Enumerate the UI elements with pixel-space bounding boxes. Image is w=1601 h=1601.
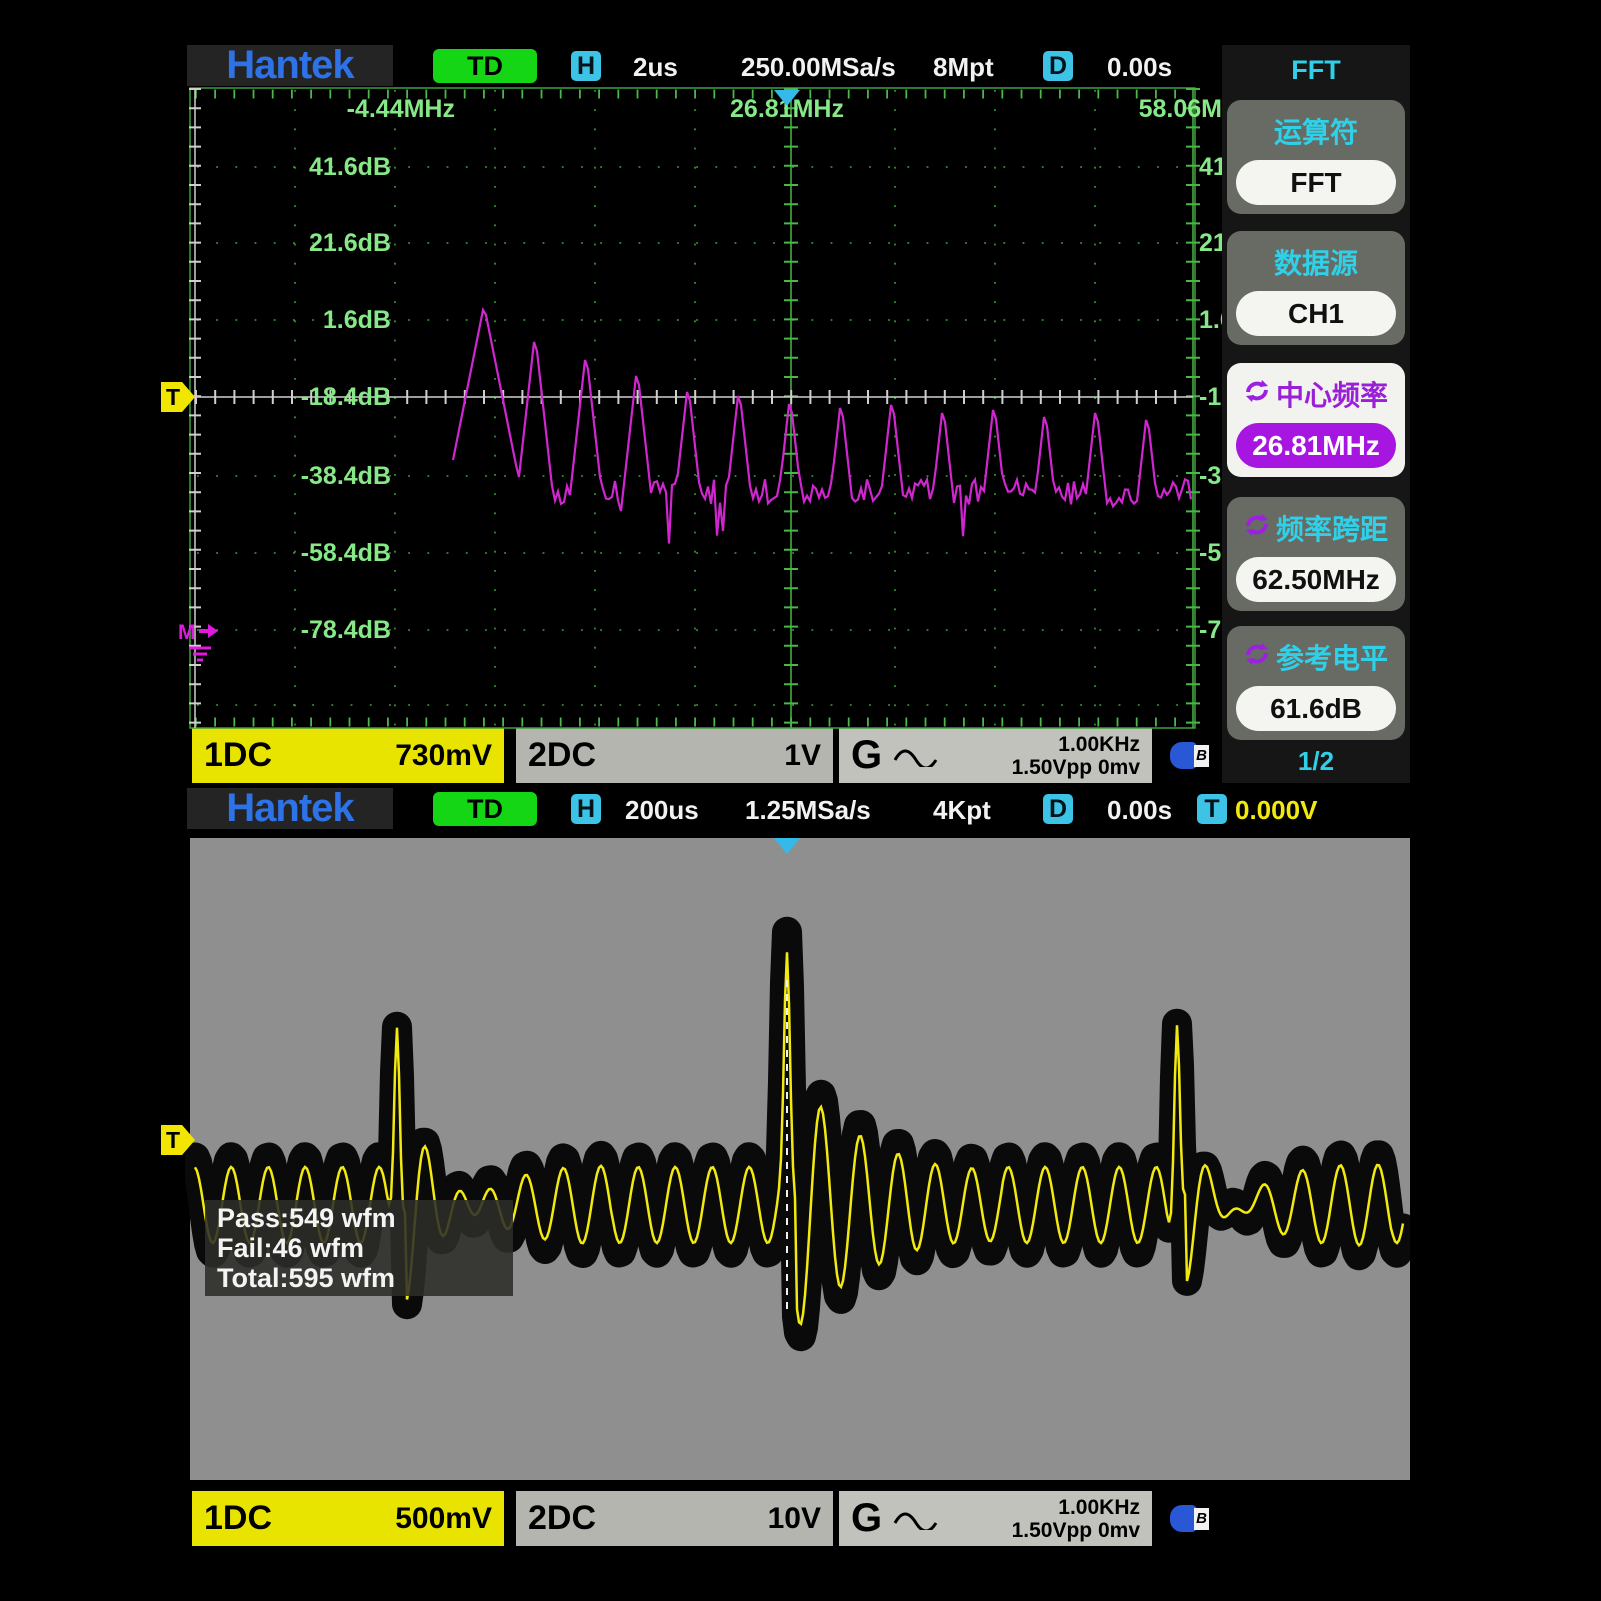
total-count: Total:595 wfm (217, 1263, 501, 1293)
fft-menu-sidebar: FFT 运算符 FFT 数据源 CH1 中心频率 26.81MHz 频率跨距 6… (1222, 45, 1410, 783)
knob-icon (1244, 641, 1270, 674)
db-label: -38.4dB (185, 462, 391, 491)
knob-icon (1244, 378, 1270, 411)
fail-count: Fail:46 wfm (217, 1233, 501, 1263)
db-label: 21.6dB (185, 229, 391, 258)
fft-scope-screenshot: Hantek TD H 2us 250.00MSa/s 8Mpt D 0.00s (185, 45, 1410, 783)
db-label-right: -5 (1199, 539, 1221, 568)
db-label-right: -3 (1199, 462, 1221, 491)
menu-item-operator[interactable]: 运算符 FFT (1227, 100, 1405, 214)
db-label-right: -7 (1199, 616, 1221, 645)
menu-item-label: 参考电平 (1276, 637, 1388, 677)
math-reference-marker: M (177, 620, 221, 673)
db-label: -58.4dB (185, 539, 391, 568)
menu-item-value: 26.81MHz (1236, 423, 1396, 468)
knob-icon (1244, 512, 1270, 545)
fft-spectrum-trace (453, 310, 1191, 544)
freq-label-left: -4.44MHz (265, 95, 455, 124)
menu-item-label: 数据源 (1274, 242, 1358, 282)
mask-scope-screenshot: Hantek TD H 200us 1.25MSa/s 4Kpt D 0.00s… (185, 788, 1410, 1548)
pass-count: Pass:549 wfm (217, 1203, 501, 1233)
menu-item-label: 频率跨距 (1276, 508, 1388, 548)
menu-page-indicator: 1/2 (1222, 746, 1410, 777)
menu-item-value: FFT (1236, 160, 1396, 205)
screenshot-root: { "colors":{"accent_green":"#15d615","ac… (0, 0, 1601, 1601)
menu-item-frequency-span[interactable]: 频率跨距 62.50MHz (1227, 497, 1405, 611)
menu-item-label: 中心频率 (1276, 374, 1388, 414)
svg-text:M: M (178, 621, 196, 644)
menu-item-value: CH1 (1236, 291, 1396, 336)
pass-fail-statistics: Pass:549 wfm Fail:46 wfm Total:595 wfm (205, 1200, 513, 1296)
menu-item-value: 62.50MHz (1236, 557, 1396, 602)
menu-item-reference-level[interactable]: 参考电平 61.6dB (1227, 626, 1405, 740)
trigger-position-marker[interactable] (774, 838, 800, 854)
db-label: -18.4dB (185, 383, 391, 412)
trigger-position-marker[interactable] (774, 90, 800, 106)
db-label: 1.6dB (185, 306, 391, 335)
db-label-right: -1 (1199, 383, 1221, 412)
menu-title: FFT (1222, 55, 1410, 86)
menu-item-label: 运算符 (1274, 111, 1358, 151)
menu-item-center-frequency[interactable]: 中心频率 26.81MHz (1227, 363, 1405, 477)
menu-item-source[interactable]: 数据源 CH1 (1227, 231, 1405, 345)
db-label: 41.6dB (185, 153, 391, 182)
mask-waveform-layer (185, 788, 1410, 1548)
menu-item-value: 61.6dB (1236, 686, 1396, 731)
freq-label-right: 58.06M (1125, 95, 1222, 124)
